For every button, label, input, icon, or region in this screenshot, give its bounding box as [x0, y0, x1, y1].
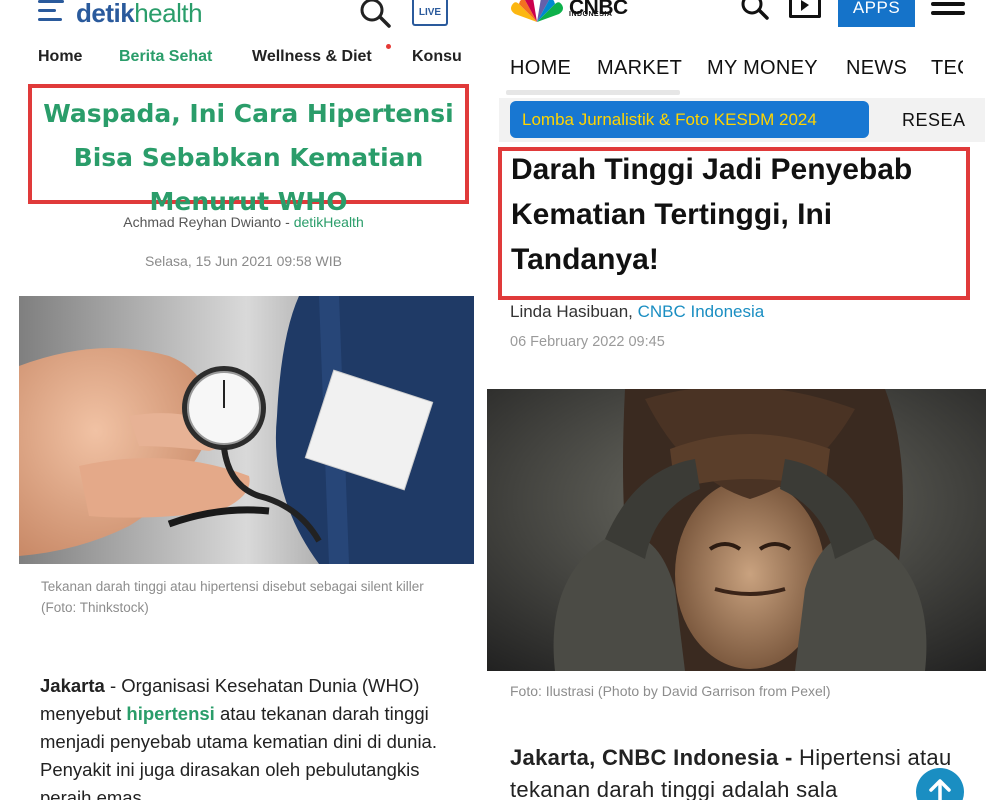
nav-home[interactable]: Home [38, 48, 82, 66]
search-icon[interactable] [740, 0, 770, 22]
nav-tech[interactable]: TEC [931, 57, 963, 80]
nav-konsultasi[interactable]: Konsu [412, 48, 462, 66]
nav-market[interactable]: MARKET [597, 57, 682, 80]
article-byline: Achmad Reyhan Dwianto - detikHealth [0, 214, 487, 230]
hamburger-icon[interactable] [931, 2, 965, 22]
play-triangle-icon [801, 0, 809, 11]
apps-button[interactable]: APPS [838, 0, 915, 27]
promo-strip: Lomba Jurnalistik & Foto KESDM 2024 RESE… [499, 98, 985, 142]
photo-caption: Foto: Ilustrasi (Photo by David Garrison… [510, 683, 831, 699]
author-name: Achmad Reyhan Dwianto [123, 214, 282, 230]
byline-separator: - [281, 214, 294, 230]
source-link[interactable]: CNBC Indonesia [638, 302, 765, 321]
search-icon[interactable] [356, 0, 396, 30]
cnbc-logo-subtext: INDONESIA [569, 11, 613, 18]
scroll-up-arrow-icon [929, 779, 951, 800]
nav-my-money[interactable]: MY MONEY [707, 57, 818, 80]
nav-news[interactable]: NEWS [846, 57, 907, 80]
detikhealth-panel: detikhealth LIVE Home Berita Sehat Welln… [0, 0, 487, 800]
headache-woman-illustration [487, 389, 986, 671]
nav-wellness-diet[interactable]: Wellness & Diet [252, 48, 372, 66]
detikhealth-nav: Home Berita Sehat Wellness & Diet Konsu [0, 44, 470, 74]
dateline: Jakarta [40, 675, 105, 696]
logo-health-text: health [134, 0, 203, 28]
author-name: Linda Hasibuan, [510, 302, 638, 321]
article-headline: Darah Tinggi Jadi Penyebab Kematian Tert… [511, 153, 913, 276]
promo-pill-button[interactable]: Lomba Jurnalistik & Foto KESDM 2024 [510, 101, 869, 138]
dateline: Jakarta, CNBC Indonesia - [510, 745, 799, 770]
article-body: Jakarta, CNBC Indonesia - Hipertensi ata… [510, 742, 960, 800]
blood-pressure-illustration [19, 296, 474, 564]
cnbc-nav: HOME MARKET MY MONEY NEWS TEC [487, 52, 963, 86]
headline-highlight-box: Darah Tinggi Jadi Penyebab Kematian Tert… [498, 147, 970, 300]
source-link[interactable]: detikHealth [294, 214, 364, 230]
hipertensi-link[interactable]: hipertensi [126, 703, 214, 724]
photo-caption: Tekanan darah tinggi atau hipertensi dis… [41, 579, 424, 615]
cnbc-panel: CNBC INDONESIA APPS HOME MARKET MY MONEY… [487, 0, 1000, 800]
live-tv-icon[interactable]: LIVE [412, 0, 448, 26]
nav-home[interactable]: HOME [510, 57, 571, 80]
notification-dot [386, 44, 391, 49]
live-label: LIVE [418, 7, 442, 18]
cnbc-header: CNBC INDONESIA APPS [487, 0, 1000, 30]
article-headline: Waspada, Ini Cara Hipertensi Bisa Sebabk… [43, 99, 454, 216]
promo-next-item[interactable]: RESEA [902, 98, 966, 142]
menu-icon[interactable] [38, 0, 68, 26]
publish-date: 06 February 2022 09:45 [510, 334, 665, 350]
headline-highlight-box: Waspada, Ini Cara Hipertensi Bisa Sebabk… [28, 84, 469, 216]
article-byline: Linda Hasibuan, CNBC Indonesia [510, 302, 764, 322]
logo-detik-text: detik [76, 0, 135, 28]
detikhealth-logo[interactable]: detikhealth [76, 0, 203, 29]
nav-scroll-indicator [506, 90, 680, 95]
cnbc-peacock-icon[interactable] [509, 0, 565, 22]
play-video-icon[interactable] [789, 0, 821, 18]
publish-date: Selasa, 15 Jun 2021 09:58 WIB [145, 253, 342, 269]
scroll-up-button[interactable] [916, 768, 964, 800]
detikhealth-header: detikhealth LIVE [0, 0, 487, 32]
nav-berita-sehat[interactable]: Berita Sehat [119, 48, 212, 66]
article-body: Jakarta - Organisasi Kesehatan Dunia (WH… [40, 672, 450, 800]
article-photo-headache [487, 389, 986, 671]
article-photo-blood-pressure [19, 296, 474, 564]
